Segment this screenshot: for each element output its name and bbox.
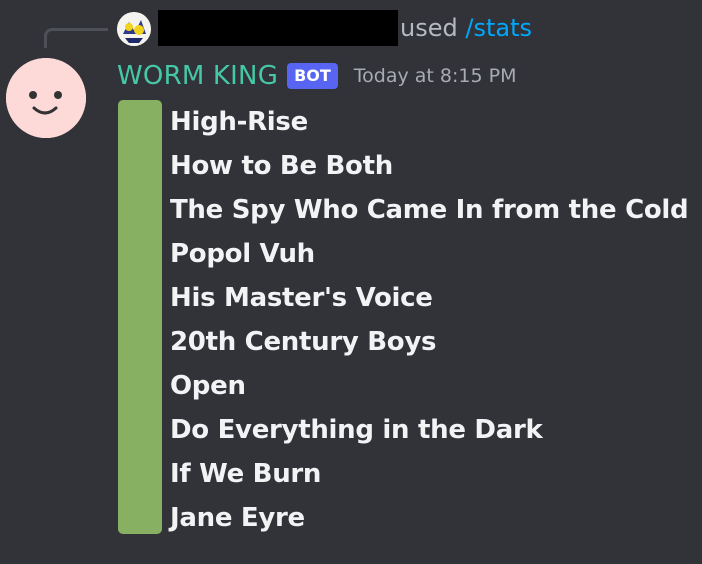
bot-badge: BOT	[287, 63, 338, 89]
list-item-title: If We Burn	[170, 459, 322, 489]
username[interactable]: WORM KING	[117, 61, 278, 91]
list-item-bar	[118, 232, 162, 276]
list-item-bar	[118, 496, 162, 534]
discord-message: used /stats WORM KING BOT Today at 8:15 …	[0, 0, 702, 564]
list-item-title: Open	[170, 371, 246, 401]
list-item-title: Popol Vuh	[170, 239, 315, 269]
list-item-bar	[118, 144, 162, 188]
list-item: If We Burn	[118, 452, 688, 496]
list-item-title: 20th Century Boys	[170, 327, 437, 357]
slash-command-link[interactable]: /stats	[465, 14, 532, 42]
list-item-title: Do Everything in the Dark	[170, 415, 543, 445]
reply-user-avatar-icon[interactable]	[117, 12, 151, 46]
list-item: Open	[118, 364, 688, 408]
list-item-bar	[118, 320, 162, 364]
list-item: How to Be Both	[118, 144, 688, 188]
list-item: The Spy Who Came In from the Cold	[118, 188, 689, 232]
list-item-title: The Spy Who Came In from the Cold	[170, 195, 689, 225]
list-item-bar	[118, 364, 162, 408]
reply-summary: used /stats	[400, 12, 532, 44]
list-item: His Master's Voice	[118, 276, 688, 320]
list-item: 20th Century Boys	[118, 320, 688, 364]
list-item: Popol Vuh	[118, 232, 688, 276]
embed-list: High-Rise How to Be Both The Spy Who Cam…	[118, 100, 689, 540]
timestamp[interactable]: Today at 8:15 PM	[354, 65, 517, 87]
used-label: used	[400, 14, 458, 42]
list-item: High-Rise	[118, 100, 688, 144]
list-item: Jane Eyre	[118, 496, 688, 540]
list-item-bar	[118, 188, 162, 232]
redacted-username	[158, 10, 398, 46]
reply-connector	[44, 28, 108, 48]
list-item-title: Jane Eyre	[170, 503, 305, 533]
list-item-bar	[118, 408, 162, 452]
list-item-title: His Master's Voice	[170, 283, 433, 313]
message-header: WORM KING BOT Today at 8:15 PM	[117, 58, 516, 94]
list-item-bar	[118, 276, 162, 320]
smiley-face-avatar-icon[interactable]	[6, 58, 86, 138]
list-item-bar	[118, 452, 162, 496]
list-item-title: High-Rise	[170, 107, 308, 137]
list-item-bar	[118, 100, 162, 144]
list-item: Do Everything in the Dark	[118, 408, 688, 452]
list-item-title: How to Be Both	[170, 151, 393, 181]
